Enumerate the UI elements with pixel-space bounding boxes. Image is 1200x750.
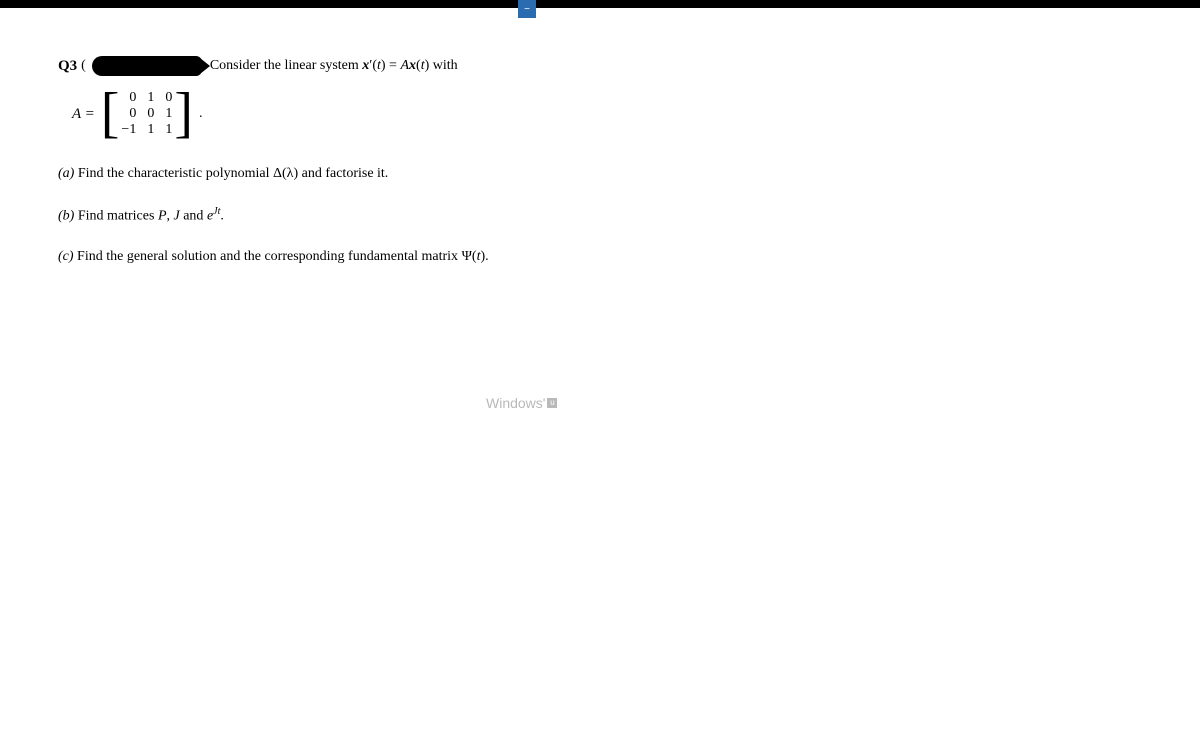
document-body: Q3 ( Consider the linear system x′(t) = … <box>0 8 1200 337</box>
cell-00: 0 <box>126 90 136 106</box>
part-a-text-1: Find the characteristic polynomial <box>74 166 273 181</box>
question-intro: Consider the linear system x′(t) = Ax(t)… <box>210 58 458 74</box>
delta-lambda: Δ(λ) <box>273 166 298 181</box>
matrix-period: . <box>199 106 203 122</box>
matrix-P: P <box>158 209 167 224</box>
question-header: Q3 ( Consider the linear system x′(t) = … <box>58 56 1142 76</box>
matrix-lhs: A = <box>72 106 95 123</box>
windows-watermark: Windows' u <box>486 395 557 411</box>
right-bracket-icon: ] <box>174 89 193 137</box>
prime-open: ′( <box>369 58 377 73</box>
part-b-period: . <box>220 209 224 224</box>
matrix-row-2: −1 1 1 <box>121 122 172 138</box>
part-c-label: (c) <box>58 249 74 264</box>
question-number: Q3 <box>58 58 77 75</box>
and-text: and <box>180 209 207 224</box>
part-c-text-1: Find the general solution and the corres… <box>74 249 462 264</box>
cell-12: 1 <box>162 106 172 122</box>
intro-text-2: ) with <box>425 58 458 73</box>
matrix-row-1: 0 0 1 <box>121 106 172 122</box>
part-a-label: (a) <box>58 166 74 181</box>
comma: , <box>167 209 174 224</box>
cell-22: 1 <box>162 122 172 138</box>
matrix-row-0: 0 1 0 <box>121 90 172 106</box>
minimize-tab-icon[interactable]: − <box>518 0 536 18</box>
psi-close: ). <box>480 249 488 264</box>
open-paren: ( <box>81 58 86 74</box>
window-topbar <box>0 0 1200 8</box>
vector-x2: x <box>409 58 416 73</box>
cell-20: −1 <box>121 122 136 138</box>
intro-text-1: Consider the linear system <box>210 58 362 73</box>
part-b-label: (b) <box>58 209 74 224</box>
cell-02: 0 <box>162 90 172 106</box>
matrix-grid: 0 1 0 0 0 1 −1 1 1 <box>121 90 172 138</box>
watermark-box-icon: u <box>547 398 557 408</box>
part-a: (a) Find the characteristic polynomial Δ… <box>58 166 1142 182</box>
cell-10: 0 <box>126 106 136 122</box>
cell-21: 1 <box>144 122 154 138</box>
psi-open: Ψ( <box>462 249 477 264</box>
matrix-definition: A = [ 0 1 0 0 0 1 −1 1 1 ] . <box>72 90 1142 138</box>
left-bracket-icon: [ <box>101 89 120 137</box>
matrix-A-sym: A <box>400 58 409 73</box>
part-b-text-1: Find matrices <box>74 209 158 224</box>
part-b: (b) Find matrices P, J and eJt. <box>58 206 1142 225</box>
part-a-text-2: and factorise it. <box>298 166 388 181</box>
watermark-text: Windows' <box>486 395 545 411</box>
part-c: (c) Find the general solution and the co… <box>58 249 1142 265</box>
cell-11: 0 <box>144 106 154 122</box>
equals: ) = <box>381 58 401 73</box>
redacted-marks-label <box>92 56 202 76</box>
cell-01: 1 <box>144 90 154 106</box>
